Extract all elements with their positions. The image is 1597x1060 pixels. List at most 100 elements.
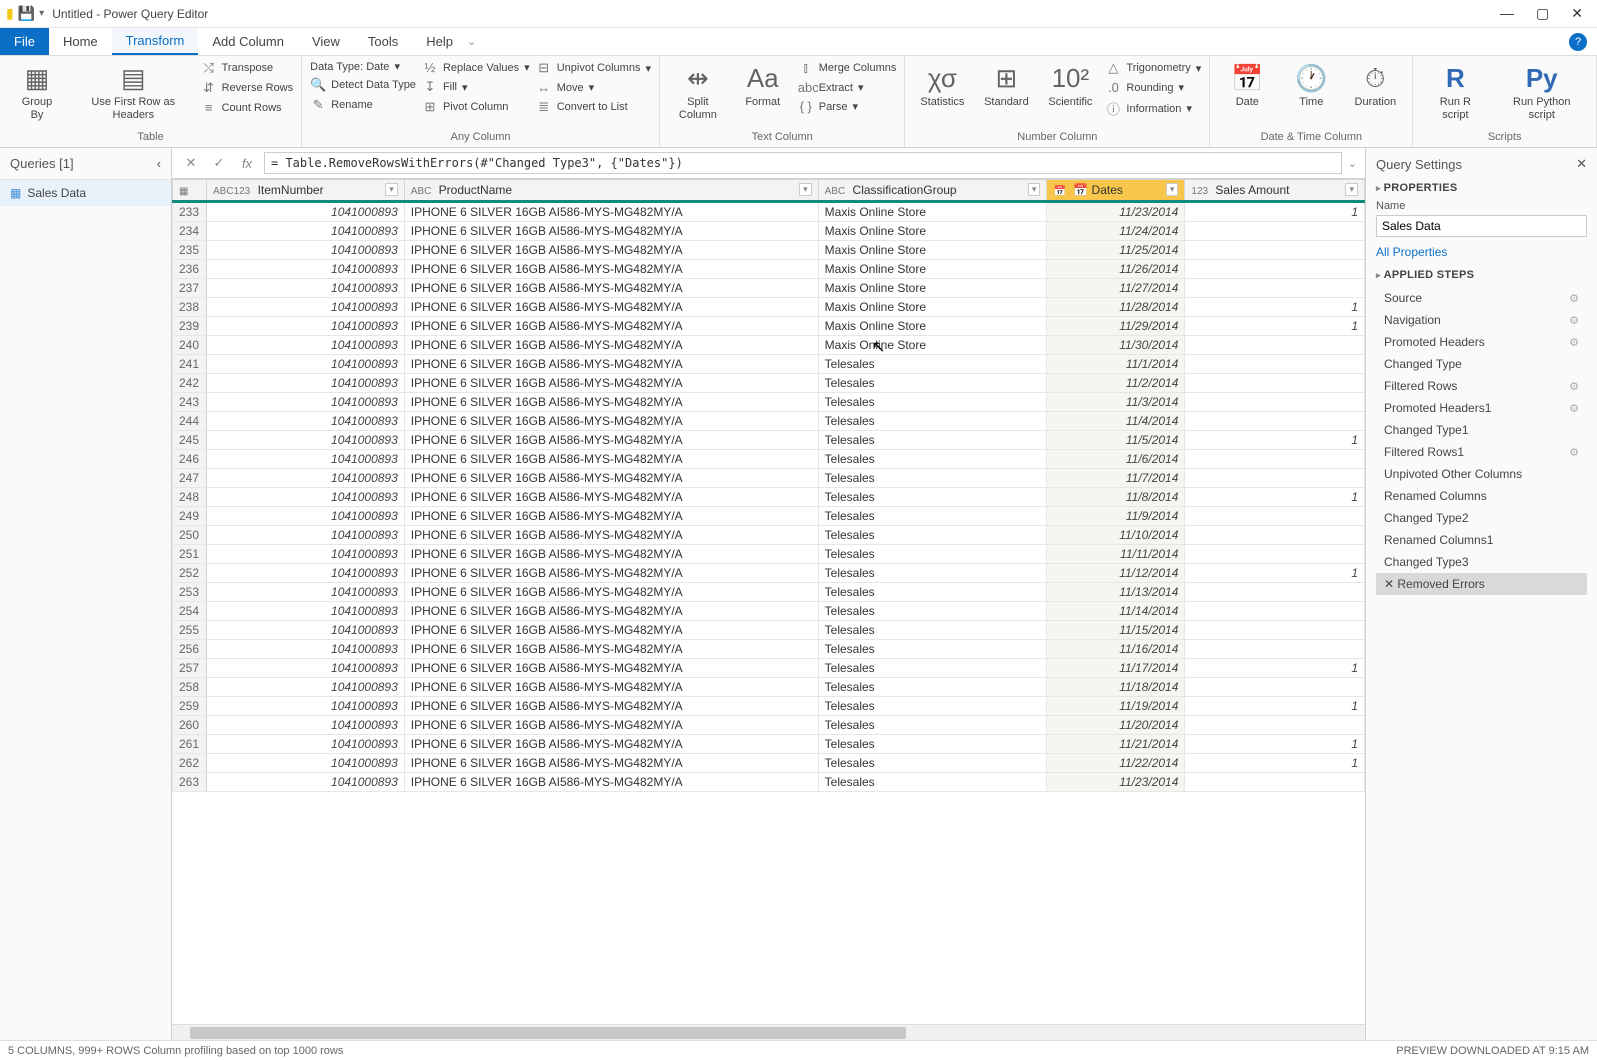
cell-date[interactable]: 11/28/2014: [1047, 298, 1185, 317]
cell-date[interactable]: 11/9/2014: [1047, 507, 1185, 526]
cell-amount[interactable]: 1: [1185, 735, 1365, 754]
cell-amount[interactable]: 1: [1185, 564, 1365, 583]
standard-button[interactable]: ⊞Standard: [977, 60, 1035, 113]
filter-dropdown-icon[interactable]: ▾: [1345, 183, 1358, 196]
cell-classification[interactable]: Telesales: [818, 716, 1047, 735]
cell-productname[interactable]: IPHONE 6 SILVER 16GB AI586-MYS-MG482MY/A: [404, 336, 818, 355]
pivot-button[interactable]: ⊞Pivot Column: [422, 99, 530, 115]
row-number[interactable]: 250: [173, 526, 207, 545]
cell-amount[interactable]: [1185, 222, 1365, 241]
applied-step[interactable]: ✕ Removed Errors: [1376, 573, 1587, 595]
cell-productname[interactable]: IPHONE 6 SILVER 16GB AI586-MYS-MG482MY/A: [404, 621, 818, 640]
table-row[interactable]: 235 1041000893 IPHONE 6 SILVER 16GB AI58…: [173, 241, 1365, 260]
format-button[interactable]: AaFormat: [734, 60, 792, 113]
gear-icon[interactable]: ⚙: [1569, 402, 1579, 415]
cell-itemnumber[interactable]: 1041000893: [207, 222, 405, 241]
help-icon[interactable]: ?: [1569, 33, 1587, 51]
cell-classification[interactable]: Telesales: [818, 640, 1047, 659]
table-row[interactable]: 234 1041000893 IPHONE 6 SILVER 16GB AI58…: [173, 222, 1365, 241]
cell-itemnumber[interactable]: 1041000893: [207, 545, 405, 564]
cell-date[interactable]: 11/4/2014: [1047, 412, 1185, 431]
applied-step[interactable]: Promoted Headers⚙: [1376, 331, 1587, 353]
cell-classification[interactable]: Maxis Online Store: [818, 336, 1047, 355]
cell-date[interactable]: 11/26/2014: [1047, 260, 1185, 279]
cell-classification[interactable]: Telesales: [818, 602, 1047, 621]
row-number[interactable]: 242: [173, 374, 207, 393]
cell-date[interactable]: 11/19/2014: [1047, 697, 1185, 716]
cell-classification[interactable]: Telesales: [818, 355, 1047, 374]
applied-step[interactable]: Changed Type: [1376, 353, 1587, 375]
duration-button[interactable]: ⏱Duration: [1346, 60, 1404, 113]
cell-itemnumber[interactable]: 1041000893: [207, 412, 405, 431]
cell-amount[interactable]: 1: [1185, 659, 1365, 678]
expand-formula-icon[interactable]: ⌄: [1348, 157, 1357, 170]
applied-step[interactable]: Changed Type1: [1376, 419, 1587, 441]
cell-classification[interactable]: Maxis Online Store: [818, 279, 1047, 298]
cell-date[interactable]: 11/22/2014: [1047, 754, 1185, 773]
cell-amount[interactable]: [1185, 773, 1365, 792]
cell-productname[interactable]: IPHONE 6 SILVER 16GB AI586-MYS-MG482MY/A: [404, 659, 818, 678]
ribbon-collapse-icon[interactable]: ⌄: [467, 35, 476, 48]
row-index-header[interactable]: ▦: [173, 180, 207, 202]
cell-amount[interactable]: [1185, 393, 1365, 412]
cell-date[interactable]: 11/16/2014: [1047, 640, 1185, 659]
cell-itemnumber[interactable]: 1041000893: [207, 336, 405, 355]
row-number[interactable]: 260: [173, 716, 207, 735]
cell-amount[interactable]: [1185, 279, 1365, 298]
fx-icon[interactable]: fx: [236, 152, 258, 174]
detect-type-button[interactable]: 🔍Detect Data Type: [310, 77, 416, 93]
cell-date[interactable]: 11/23/2014: [1047, 202, 1185, 222]
cell-date[interactable]: 11/15/2014: [1047, 621, 1185, 640]
table-row[interactable]: 239 1041000893 IPHONE 6 SILVER 16GB AI58…: [173, 317, 1365, 336]
table-row[interactable]: 250 1041000893 IPHONE 6 SILVER 16GB AI58…: [173, 526, 1365, 545]
cell-productname[interactable]: IPHONE 6 SILVER 16GB AI586-MYS-MG482MY/A: [404, 716, 818, 735]
cell-productname[interactable]: IPHONE 6 SILVER 16GB AI586-MYS-MG482MY/A: [404, 355, 818, 374]
cell-amount[interactable]: [1185, 507, 1365, 526]
maximize-button[interactable]: ▢: [1536, 5, 1549, 22]
cell-date[interactable]: 11/17/2014: [1047, 659, 1185, 678]
row-number[interactable]: 244: [173, 412, 207, 431]
cell-amount[interactable]: [1185, 469, 1365, 488]
cell-date[interactable]: 11/8/2014: [1047, 488, 1185, 507]
cell-classification[interactable]: Telesales: [818, 526, 1047, 545]
cell-itemnumber[interactable]: 1041000893: [207, 678, 405, 697]
row-number[interactable]: 259: [173, 697, 207, 716]
filter-dropdown-icon[interactable]: ▾: [1028, 183, 1041, 196]
column-header-sales amount[interactable]: 123 Sales Amount▾: [1185, 180, 1365, 202]
applied-step[interactable]: Changed Type2: [1376, 507, 1587, 529]
close-button[interactable]: ✕: [1571, 5, 1583, 22]
tab-home[interactable]: Home: [49, 28, 112, 55]
row-number[interactable]: 255: [173, 621, 207, 640]
filter-dropdown-icon[interactable]: ▾: [799, 183, 812, 196]
applied-step[interactable]: Filtered Rows⚙: [1376, 375, 1587, 397]
table-row[interactable]: 260 1041000893 IPHONE 6 SILVER 16GB AI58…: [173, 716, 1365, 735]
data-type-button[interactable]: Data Type: Date ▾: [310, 60, 416, 73]
cell-productname[interactable]: IPHONE 6 SILVER 16GB AI586-MYS-MG482MY/A: [404, 412, 818, 431]
cell-productname[interactable]: IPHONE 6 SILVER 16GB AI586-MYS-MG482MY/A: [404, 754, 818, 773]
row-number[interactable]: 246: [173, 450, 207, 469]
row-number[interactable]: 263: [173, 773, 207, 792]
table-row[interactable]: 251 1041000893 IPHONE 6 SILVER 16GB AI58…: [173, 545, 1365, 564]
table-row[interactable]: 255 1041000893 IPHONE 6 SILVER 16GB AI58…: [173, 621, 1365, 640]
cell-amount[interactable]: [1185, 602, 1365, 621]
table-row[interactable]: 256 1041000893 IPHONE 6 SILVER 16GB AI58…: [173, 640, 1365, 659]
cell-itemnumber[interactable]: 1041000893: [207, 355, 405, 374]
tab-view[interactable]: View: [298, 28, 354, 55]
cell-productname[interactable]: IPHONE 6 SILVER 16GB AI586-MYS-MG482MY/A: [404, 298, 818, 317]
row-number[interactable]: 253: [173, 583, 207, 602]
gear-icon[interactable]: ⚙: [1569, 314, 1579, 327]
cell-itemnumber[interactable]: 1041000893: [207, 697, 405, 716]
cell-productname[interactable]: IPHONE 6 SILVER 16GB AI586-MYS-MG482MY/A: [404, 640, 818, 659]
table-row[interactable]: 258 1041000893 IPHONE 6 SILVER 16GB AI58…: [173, 678, 1365, 697]
cell-itemnumber[interactable]: 1041000893: [207, 298, 405, 317]
properties-section[interactable]: PROPERTIES: [1376, 182, 1587, 194]
row-number[interactable]: 251: [173, 545, 207, 564]
cell-classification[interactable]: Telesales: [818, 450, 1047, 469]
horizontal-scrollbar[interactable]: [172, 1024, 1365, 1040]
gear-icon[interactable]: ⚙: [1569, 380, 1579, 393]
row-number[interactable]: 245: [173, 431, 207, 450]
rename-button[interactable]: ✎Rename: [310, 97, 416, 113]
cell-classification[interactable]: Maxis Online Store: [818, 317, 1047, 336]
table-row[interactable]: 253 1041000893 IPHONE 6 SILVER 16GB AI58…: [173, 583, 1365, 602]
table-row[interactable]: 238 1041000893 IPHONE 6 SILVER 16GB AI58…: [173, 298, 1365, 317]
